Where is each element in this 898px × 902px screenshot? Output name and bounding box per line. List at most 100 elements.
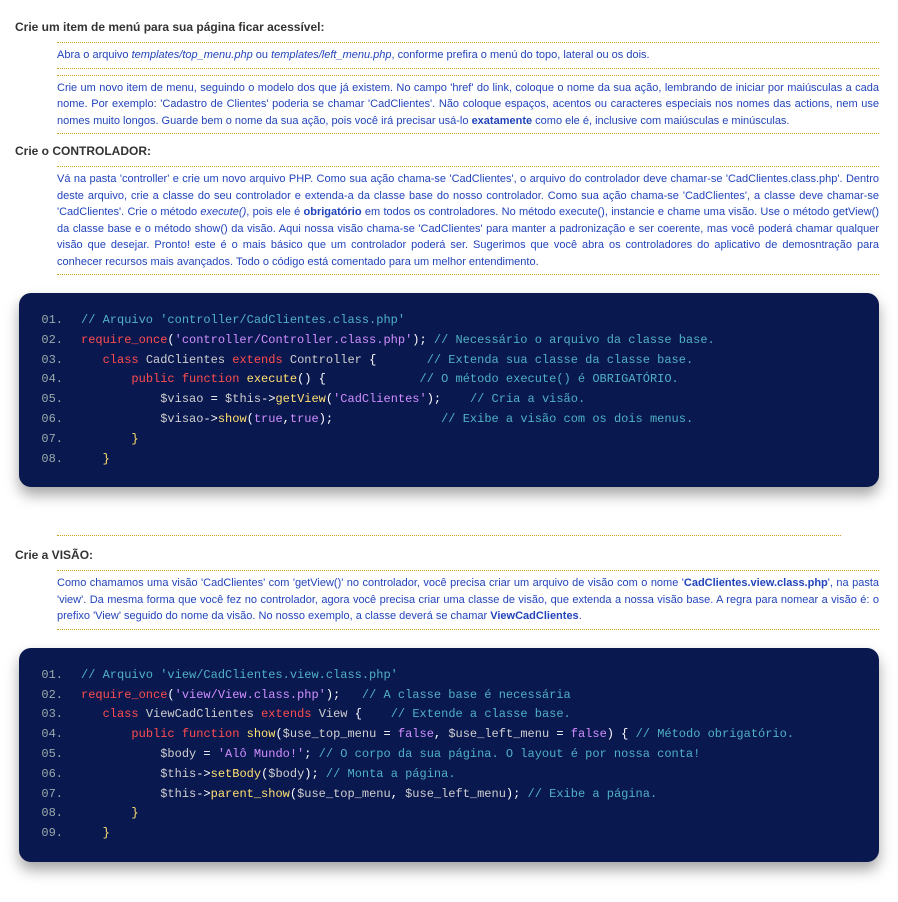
line-number: 02.	[33, 686, 63, 706]
line-number: 07.	[33, 430, 63, 450]
code-comment: // Método obrigatório.	[636, 727, 794, 741]
indent	[81, 452, 103, 466]
code-block-view: 01. // Arquivo 'view/CadClientes.view.cla…	[15, 636, 883, 892]
code-comment: // Exibe a página.	[528, 787, 658, 801]
code-op: {	[362, 353, 427, 367]
code-ident: CadClientes	[146, 353, 225, 367]
code-bool: true	[290, 412, 319, 426]
text: , conforme prefira o menú do topo, later…	[392, 49, 650, 61]
code-keyword: extends	[232, 353, 282, 367]
code-keyword: public	[131, 372, 174, 386]
code-comment: // Exibe a visão com os dois menus.	[441, 412, 693, 426]
code-brace: }	[103, 452, 110, 466]
code-op: (	[167, 333, 174, 347]
line-number: 05.	[33, 745, 63, 765]
line-number: 03.	[33, 351, 63, 371]
code-var: $visao	[160, 412, 203, 426]
code-func: parent_show	[211, 787, 290, 801]
line-number: 04.	[33, 725, 63, 745]
code-func: getView	[275, 392, 325, 406]
code-container: 01. // Arquivo 'view/CadClientes.view.cla…	[19, 648, 879, 862]
code-var: $this	[225, 392, 261, 406]
class-link[interactable]: ViewCadClientes	[490, 610, 578, 622]
text: Abra o arquivo	[57, 49, 132, 61]
code-op: );	[412, 333, 434, 347]
code-param: $use_top_menu	[283, 727, 377, 741]
code-string: 'CadClientes'	[333, 392, 427, 406]
code-op: );	[326, 688, 362, 702]
code-keyword: function	[182, 372, 240, 386]
code-param: $use_left_menu	[448, 727, 549, 741]
text: .	[579, 610, 582, 622]
line-number: 01.	[33, 666, 63, 686]
code-comment: // O corpo da sua página. O layout é por…	[319, 747, 701, 761]
code-arg: $use_left_menu	[405, 787, 506, 801]
indent	[81, 826, 103, 840]
para-view: Como chamamos uma visão 'CadClientes' co…	[57, 570, 879, 630]
code-bool: false	[571, 727, 607, 741]
code-func: execute	[247, 372, 297, 386]
code-var: $this	[160, 767, 196, 781]
para-open-file: Abra o arquivo templates/top_menu.php ou…	[57, 42, 879, 69]
code-ident	[139, 353, 146, 367]
line-number: 09.	[33, 824, 63, 844]
code-keyword: class	[103, 707, 139, 721]
code-op: );	[304, 767, 326, 781]
code-func: show	[247, 727, 276, 741]
code-brace: }	[131, 432, 138, 446]
indent	[81, 392, 160, 406]
text: , pois ele é	[246, 206, 303, 218]
indent	[81, 707, 103, 721]
code-op: () {	[297, 372, 419, 386]
code-arg: $body	[268, 767, 304, 781]
code-comment: // Arquivo 'view/CadClientes.view.class.…	[81, 668, 398, 682]
code-op: ;	[304, 747, 318, 761]
line-number: 08.	[33, 450, 63, 470]
code-string: 'controller/Controller.class.php'	[175, 333, 413, 347]
code-func: show	[218, 412, 247, 426]
code-op: (	[247, 412, 254, 426]
heading-controller: Crie o CONTROLADOR:	[15, 144, 883, 158]
code-op: (	[275, 727, 282, 741]
code-func: setBody	[211, 767, 261, 781]
line-number: 01.	[33, 311, 63, 331]
text: ou	[253, 49, 271, 61]
code-op: );	[506, 787, 528, 801]
para-controller: Vá na pasta 'controller' e crie um novo …	[57, 166, 879, 275]
indent	[81, 727, 131, 741]
code-string: 'view/View.class.php'	[175, 688, 326, 702]
indent	[81, 767, 160, 781]
method-name: execute()	[200, 206, 246, 218]
code-keyword: require_once	[81, 333, 167, 347]
line-number: 05.	[33, 390, 63, 410]
line-number: 03.	[33, 705, 63, 725]
indent	[81, 353, 103, 367]
code-comment: // Extende a classe base.	[391, 707, 571, 721]
code-ident: ViewCadClientes	[146, 707, 254, 721]
code-ident	[283, 353, 290, 367]
line-number: 08.	[33, 804, 63, 824]
code-op: ->	[261, 392, 275, 406]
code-ident: Controller	[290, 353, 362, 367]
indent	[81, 787, 160, 801]
heading-menu-item: Crie um item de menú para sua página fic…	[15, 20, 883, 34]
line-number: 02.	[33, 331, 63, 351]
emphasis: exatamente	[472, 115, 533, 127]
code-comment: // Cria a visão.	[470, 392, 585, 406]
para-create-item: Crie um novo item de menu, seguindo o mo…	[57, 75, 879, 135]
code-var: $visao	[160, 392, 203, 406]
code-arg: $use_top_menu	[297, 787, 391, 801]
code-keyword: public	[131, 727, 174, 741]
code-bool: true	[254, 412, 283, 426]
code-op: {	[348, 707, 391, 721]
filepath: templates/top_menu.php	[132, 49, 253, 61]
code-ident: View	[319, 707, 348, 721]
heading-view: Crie a VISÃO:	[15, 548, 883, 562]
code-bool: false	[398, 727, 434, 741]
code-comment: // Monta a página.	[326, 767, 456, 781]
code-op: ) {	[607, 727, 636, 741]
code-container: 01.// Arquivo 'controller/CadClientes.cl…	[19, 293, 879, 487]
indent	[81, 412, 160, 426]
code-block-controller: 01.// Arquivo 'controller/CadClientes.cl…	[15, 281, 883, 517]
emphasis: obrigatório	[304, 206, 362, 218]
